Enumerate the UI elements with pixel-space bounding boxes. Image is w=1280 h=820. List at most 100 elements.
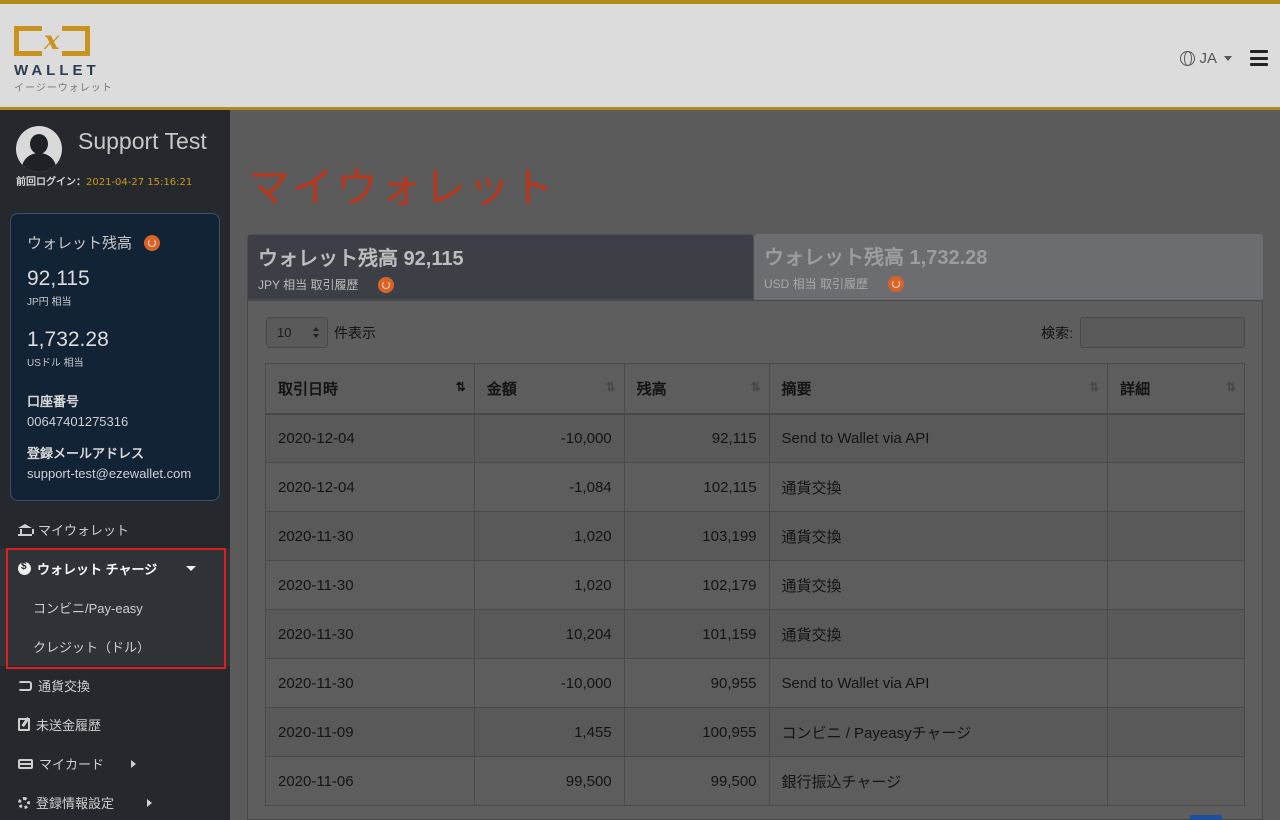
sidebar-subitem-credit[interactable]: クレジット（ドル） <box>0 627 230 666</box>
column-header-label: 詳細 <box>1120 380 1151 398</box>
sidebar-item-exchange[interactable]: 通貨交換 <box>0 666 230 705</box>
tab-usd[interactable]: ウォレット残高 1,732.28 USD 相当 取引履歴 <box>754 234 1263 300</box>
tab-jpy[interactable]: ウォレット残高 92,115 JPY 相当 取引履歴 <box>247 234 754 300</box>
cell-summary: Send to Wallet via API <box>768 413 1109 463</box>
cell-amount: 10,204 <box>473 609 625 659</box>
jpy-balance: 92,115 <box>27 267 90 290</box>
column-header-label: 摘要 <box>781 380 812 398</box>
transactions-panel: 10 件表示 検索: 取引日時 ⇅ 金額 ⇅ 残高 ⇅ 摘要 ⇅ 詳細 ⇅ 2020-12… <box>247 300 1263 820</box>
column-header-label: 取引日時 <box>278 380 339 398</box>
sort-icon: ⇅ <box>455 380 466 394</box>
hamburger-menu-icon[interactable] <box>1250 50 1268 66</box>
pagination-active-page[interactable] <box>1190 815 1222 820</box>
sidebar-item-unsent[interactable]: 未送金履歴 <box>0 705 230 744</box>
table-row: 2020-11-09 1,455 100,955 コンビニ / Payeasyチャージ <box>265 707 1245 757</box>
sidebar-subitem-conveni[interactable]: コンビニ/Pay-easy <box>0 588 230 627</box>
eze-wallet-logo[interactable]: x WALLET イージーウォレット <box>14 24 114 96</box>
chevron-down-icon <box>186 566 196 571</box>
cell-balance: 102,179 <box>623 560 770 610</box>
language-selector[interactable]: JA <box>1180 50 1232 67</box>
column-header-summary[interactable]: 摘要 ⇅ <box>768 363 1109 415</box>
cell-date: 2020-11-30 <box>265 658 475 708</box>
table-row: 2020-11-30 1,020 102,179 通貨交換 <box>265 560 1245 610</box>
column-header-date[interactable]: 取引日時 ⇅ <box>265 363 475 415</box>
sidebar-item-wallet-charge[interactable]: ウォレット チャージ <box>0 549 230 588</box>
exchange-icon <box>18 680 32 691</box>
cell-amount: -1,084 <box>473 462 625 512</box>
cell-summary: 銀行振込チャージ <box>768 756 1109 806</box>
sidebar-item-settings[interactable]: 登録情報設定 <box>0 783 230 820</box>
transactions-table: 取引日時 ⇅ 金額 ⇅ 残高 ⇅ 摘要 ⇅ 詳細 ⇅ 2020-12-04 -10,000 9… <box>265 363 1245 806</box>
language-label: JA <box>1199 50 1217 67</box>
page-length-control: 10 件表示 <box>266 317 376 348</box>
cell-balance: 103,199 <box>623 511 770 561</box>
sidebar-item-label: 通貨交換 <box>38 679 91 694</box>
page-length-label: 件表示 <box>334 324 376 341</box>
cell-details[interactable] <box>1107 756 1245 806</box>
caret-down-icon <box>1224 56 1232 61</box>
cell-summary: コンビニ / Payeasyチャージ <box>768 707 1109 757</box>
cell-balance: 90,955 <box>623 658 770 708</box>
cell-summary: 通貨交換 <box>768 609 1109 659</box>
last-login: 前回ログイン：2021-04-27 15:16:21 <box>16 173 192 188</box>
sidebar-nav: マイウォレット ウォレット チャージ コンビニ/Pay-easy クレジット（ド… <box>0 510 230 820</box>
edit-icon <box>18 718 30 731</box>
column-header-label: 残高 <box>636 380 667 398</box>
cell-date: 2020-12-04 <box>265 413 475 463</box>
refresh-icon[interactable] <box>888 275 905 292</box>
logo-subtitle: イージーウォレット <box>14 83 113 94</box>
column-header-details[interactable]: 詳細 ⇅ <box>1107 363 1245 415</box>
cell-amount: 1,020 <box>473 511 625 561</box>
cell-amount: -10,000 <box>473 413 625 463</box>
sidebar-item-label: マイウォレット <box>38 523 130 538</box>
refresh-icon[interactable] <box>144 234 161 251</box>
globe-icon <box>1180 51 1196 66</box>
email-label: 登録メールアドレス <box>27 446 145 461</box>
cell-amount: 1,020 <box>473 560 625 610</box>
sort-icon: ⇅ <box>1225 380 1236 394</box>
select-arrows-icon <box>313 327 319 339</box>
balance-title-text: ウォレット残高 <box>27 235 133 252</box>
username: Support Test <box>78 128 207 154</box>
search-input[interactable] <box>1080 317 1245 348</box>
cell-summary: 通貨交換 <box>768 462 1109 512</box>
main-content: マイウォレット ウォレット残高 92,115 JPY 相当 取引履歴 ウォレット… <box>230 110 1280 820</box>
column-header-amount[interactable]: 金額 ⇅ <box>473 363 625 415</box>
cell-details[interactable] <box>1107 511 1245 561</box>
column-header-balance[interactable]: 残高 ⇅ <box>623 363 770 415</box>
tab-title: ウォレット残高 1,732.28 <box>764 247 988 269</box>
table-row: 2020-11-06 99,500 99,500 銀行振込チャージ <box>265 756 1245 806</box>
coin-icon <box>18 561 31 575</box>
jpy-unit: JP円 相当 <box>27 297 72 308</box>
sidebar-item-label: 登録情報設定 <box>36 796 115 811</box>
cell-balance: 100,955 <box>623 707 770 757</box>
sidebar-item-my-wallet[interactable]: マイウォレット <box>0 510 230 549</box>
tab-subtitle: USD 相当 取引履歴 <box>764 275 1253 292</box>
gear-icon <box>18 796 30 809</box>
refresh-icon[interactable] <box>378 276 395 293</box>
sidebar-item-my-card[interactable]: マイカード <box>0 744 230 783</box>
account-number-label: 口座番号 <box>27 394 80 409</box>
cell-summary: 通貨交換 <box>768 560 1109 610</box>
cell-details[interactable] <box>1107 609 1245 659</box>
sidebar-item-label: 未送金履歴 <box>36 718 102 733</box>
cell-date: 2020-12-04 <box>265 462 475 512</box>
cell-balance: 99,500 <box>623 756 770 806</box>
cell-date: 2020-11-09 <box>265 707 475 757</box>
page-length-value: 10 <box>277 325 292 340</box>
cell-details[interactable] <box>1107 462 1245 512</box>
cell-details[interactable] <box>1107 707 1245 757</box>
sidebar-group-wallet-charge: ウォレット チャージ コンビニ/Pay-easy クレジット（ドル） <box>0 549 230 666</box>
balance-card-title: ウォレット残高 <box>27 232 203 253</box>
cell-date: 2020-11-06 <box>265 756 475 806</box>
sidebar-item-label: マイカード <box>39 757 105 772</box>
tab-subtitle-text: JPY 相当 取引履歴 <box>258 278 359 292</box>
cell-details[interactable] <box>1107 658 1245 708</box>
sort-icon: ⇅ <box>605 380 616 394</box>
cell-details[interactable] <box>1107 560 1245 610</box>
cell-details[interactable] <box>1107 413 1245 463</box>
last-login-label: 前回ログイン： <box>16 177 86 188</box>
table-row: 2020-11-30 -10,000 90,955 Send to Wallet vi… <box>265 658 1245 708</box>
page-length-select[interactable]: 10 <box>266 317 328 348</box>
page-title: マイウォレット <box>248 163 557 212</box>
